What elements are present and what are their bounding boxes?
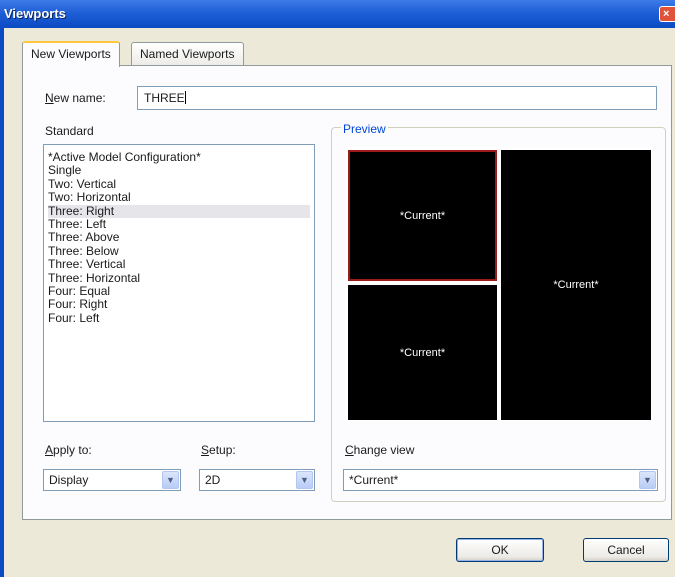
viewport-right[interactable]: *Current* (501, 150, 651, 420)
list-item[interactable]: *Active Model Configuration* (48, 150, 310, 164)
preview-label: Preview (341, 122, 388, 136)
list-item[interactable]: Three: Vertical (48, 257, 310, 271)
new-name-label: New name: (45, 91, 106, 105)
chevron-down-icon[interactable]: ▼ (296, 471, 313, 489)
list-item[interactable]: Three: Above (48, 231, 310, 244)
list-item-selected[interactable]: Three: Right (48, 204, 310, 218)
window-title: Viewports (4, 6, 66, 21)
list-item[interactable]: Four: Equal (48, 284, 310, 298)
title-bar[interactable]: Viewports × (0, 0, 675, 28)
list-item[interactable]: Three: Below (48, 244, 310, 258)
apply-to-value: Display (49, 473, 89, 487)
list-item[interactable]: Four: Left (48, 311, 310, 325)
viewport-bottom-left[interactable]: *Current* (348, 285, 497, 420)
change-view-value: *Current* (349, 473, 399, 487)
list-item[interactable]: Three: Left (48, 217, 310, 231)
viewport-label: *Current* (399, 209, 446, 222)
viewports-dialog: Viewports × New Viewports Named Viewport… (0, 0, 675, 577)
text-caret (184, 91, 186, 104)
cancel-button[interactable]: Cancel (583, 538, 669, 562)
setup-label: Setup: (201, 443, 236, 457)
change-view-select[interactable]: *Current* ▼ (343, 469, 658, 491)
tab-named-viewports[interactable]: Named Viewports (131, 42, 244, 66)
standard-viewports-list[interactable]: *Active Model Configuration* Single Two:… (43, 144, 315, 422)
viewport-label: *Current* (553, 279, 599, 291)
chevron-down-icon[interactable]: ▼ (639, 471, 656, 489)
change-view-label: Change view (345, 443, 415, 457)
window-frame (0, 28, 4, 577)
list-item[interactable]: Single (48, 164, 310, 177)
close-icon[interactable]: × (659, 6, 675, 22)
list-item[interactable]: Two: Horizontal (48, 190, 310, 204)
setup-select[interactable]: 2D ▼ (199, 469, 315, 491)
list-item[interactable]: Two: Vertical (48, 177, 310, 191)
viewport-preview: *Current* *Current* *Current* (345, 147, 652, 421)
apply-to-select[interactable]: Display ▼ (43, 469, 181, 491)
setup-value: 2D (205, 473, 221, 487)
viewport-label: *Current* (399, 346, 446, 359)
chevron-down-icon[interactable]: ▼ (162, 471, 179, 489)
standard-label: Standard (45, 124, 94, 138)
tab-new-viewports[interactable]: New Viewports (22, 41, 120, 67)
list-item[interactable]: Four: Right (48, 298, 310, 311)
ok-button[interactable]: OK (456, 538, 544, 562)
list-item[interactable]: Three: Horizontal (48, 271, 310, 285)
viewport-top-left[interactable]: *Current* (348, 150, 497, 281)
new-name-input[interactable]: THREE (137, 86, 657, 110)
apply-to-label: Apply to: (45, 443, 92, 457)
